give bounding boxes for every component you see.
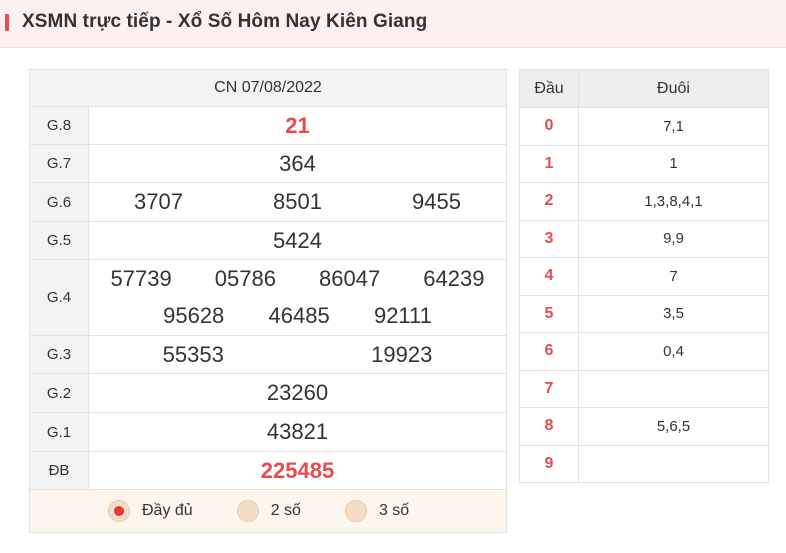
prize-label: G.4 — [29, 259, 89, 336]
prize-label: G.3 — [29, 335, 89, 374]
loto-head: 3 — [519, 219, 579, 258]
date-row: CN 07/08/2022 — [29, 69, 507, 107]
loto-tail-header: Đuôi — [578, 69, 769, 108]
results-table: CN 07/08/2022 G.8 21 G.7 364 G.6 3707 85… — [29, 69, 507, 533]
display-options-row: Đầy đủ 2 số 3 số — [29, 489, 507, 533]
prize-row-g6: G.6 3707 8501 9455 — [29, 182, 507, 222]
prize-number: 55353 — [162, 341, 224, 367]
radio-icon[interactable] — [236, 500, 259, 522]
loto-row: 47 — [519, 257, 769, 296]
prize-row-g2: G.2 23260 — [29, 373, 507, 413]
prize-row-g4: G.4 57739 05786 86047 64239 95628 46485 … — [29, 259, 507, 336]
prize-number: 43821 — [266, 419, 329, 444]
prize-number: 92111 — [373, 303, 432, 328]
option-3-digits[interactable]: 3 số — [344, 500, 410, 522]
prize-row-g8: G.8 21 — [29, 106, 507, 145]
loto-tail: 3,5 — [578, 294, 769, 333]
prize-number: 5424 — [273, 227, 322, 253]
prize-label: G.5 — [29, 221, 89, 260]
prize-number: 05786 — [214, 266, 276, 291]
loto-head: 4 — [519, 257, 579, 296]
prize-row-g3: G.3 55353 19923 — [29, 335, 507, 374]
prize-label: G.1 — [29, 412, 89, 452]
prize-label: G.7 — [29, 144, 89, 183]
loto-tail: 5,6,5 — [578, 407, 769, 446]
radio-icon[interactable] — [344, 500, 367, 522]
loto-header-row: Đầu Đuôi — [519, 69, 769, 108]
prize-number: 364 — [279, 150, 316, 176]
option-label: Đầy đủ — [142, 502, 193, 519]
prize-number: 23260 — [266, 380, 329, 405]
loto-head: 5 — [519, 294, 579, 333]
loto-tail — [578, 444, 769, 483]
loto-row: 3 9,9 — [519, 219, 769, 258]
special-prize-number: 225485 — [260, 457, 335, 483]
loto-tail — [578, 369, 769, 408]
page-header: XSMN trực tiếp - Xổ Số Hôm Nay Kiên Gian… — [0, 0, 786, 48]
loto-head: 1 — [519, 144, 579, 183]
prize-row-db: ĐB 225485 — [29, 451, 507, 490]
prize-number: 95628 — [163, 303, 225, 328]
loto-head-header: Đầu — [519, 69, 579, 108]
loto-head: 0 — [519, 107, 579, 146]
prize-label: ĐB — [29, 451, 89, 490]
prize-row-g7: G.7 364 — [29, 144, 507, 183]
draw-date: CN 07/08/2022 — [29, 69, 507, 107]
option-label: 2 số — [270, 502, 301, 519]
prize-row-g5: G.5 5424 — [29, 221, 507, 260]
prize-number: 9455 — [412, 189, 461, 214]
loto-row: 5 3,5 — [519, 294, 769, 333]
prize-number: 46485 — [268, 303, 330, 328]
loto-tail: 7,1 — [578, 107, 769, 146]
prize-number: 8501 — [273, 189, 322, 214]
loto-row: 2 1,3,8,4,1 — [519, 182, 769, 221]
option-2-digits[interactable]: 2 số — [236, 500, 301, 522]
loto-row: 6 0,4 — [519, 332, 769, 371]
loto-head: 8 — [519, 407, 579, 446]
loto-head: 7 — [519, 369, 579, 408]
loto-tail: 1 — [578, 144, 769, 183]
prize-row-g1: G.1 43821 — [29, 412, 507, 452]
loto-table: Đầu Đuôi 0 7,1 11 2 1,3,8,4,1 3 9,9 47 5 3,5… — [519, 69, 769, 483]
prize-label: G.8 — [29, 106, 89, 145]
loto-row: 0 7,1 — [519, 107, 769, 146]
loto-head: 6 — [519, 332, 579, 371]
loto-row: 11 — [519, 144, 769, 183]
loto-row: 9 — [519, 444, 769, 483]
option-full[interactable]: Đầy đủ — [108, 500, 193, 522]
page-title: XSMN trực tiếp - Xổ Số Hôm Nay Kiên Gian… — [22, 11, 428, 32]
prize-number: 86047 — [319, 266, 381, 291]
loto-tail: 9,9 — [578, 219, 769, 258]
prize-label: G.2 — [29, 373, 89, 413]
radio-selected-icon[interactable] — [108, 500, 130, 522]
loto-head: 2 — [519, 182, 579, 221]
option-label: 3 số — [378, 502, 410, 519]
prize-number: 3707 — [134, 189, 183, 214]
loto-tail: 7 — [578, 257, 769, 296]
loto-head: 9 — [519, 444, 579, 483]
prize-number: 19923 — [371, 341, 433, 367]
header-accent-bar — [5, 14, 9, 31]
prize-number: 57739 — [110, 266, 172, 291]
loto-tail: 0,4 — [578, 332, 769, 371]
loto-row: 7 — [519, 369, 769, 408]
loto-tail: 1,3,8,4,1 — [578, 182, 769, 221]
prize-number: 64239 — [423, 266, 485, 291]
prize-number: 21 — [285, 112, 310, 138]
loto-row: 8 5,6,5 — [519, 407, 769, 446]
prize-label: G.6 — [29, 182, 89, 222]
